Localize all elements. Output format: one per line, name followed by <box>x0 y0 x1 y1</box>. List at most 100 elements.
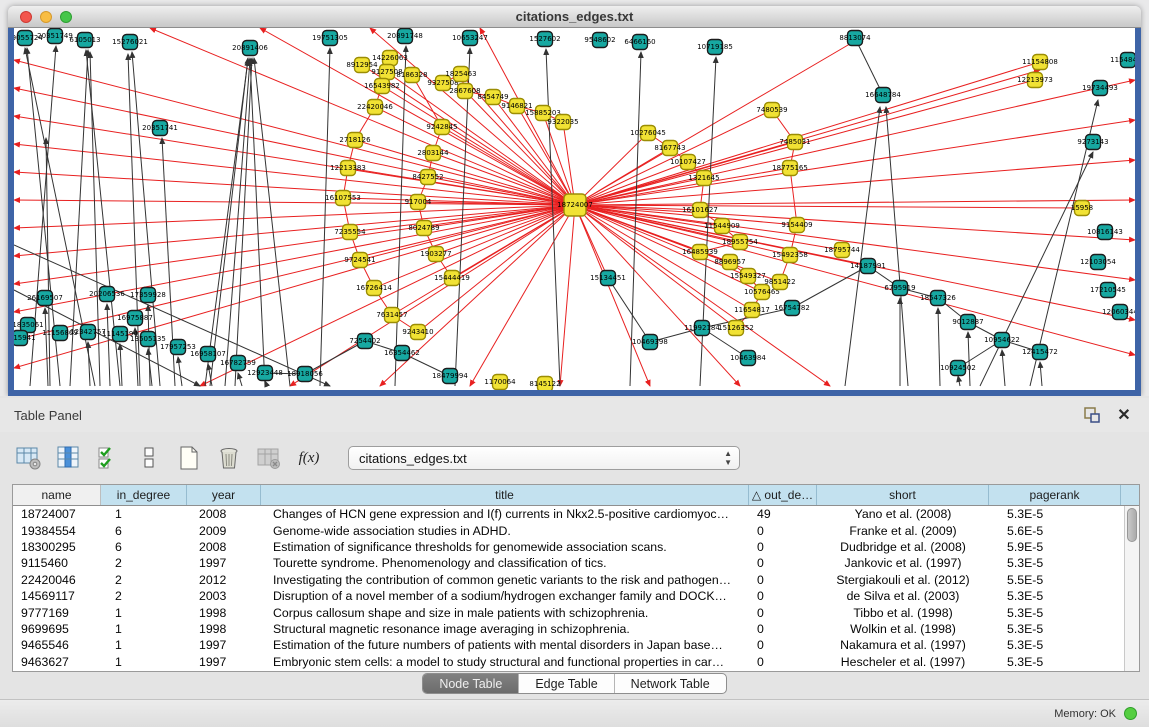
cell-out_degree: 0 <box>749 638 817 652</box>
cell-year: 2008 <box>187 540 261 554</box>
citation-network-graph[interactable]: 1872400789129541422606391275081654398222… <box>14 28 1135 390</box>
graph-node-label: 6466160 <box>624 38 655 46</box>
graph-node-label: 3915941 <box>14 334 36 342</box>
graph-node-label: 11654817 <box>734 306 770 314</box>
table-row[interactable]: 911546021997Tourette syndrome. Phenomeno… <box>13 555 1139 571</box>
row-height-icon[interactable] <box>134 443 164 473</box>
graph-node-label: 6795919 <box>884 284 915 292</box>
close-panel-icon[interactable]: ✕ <box>1113 404 1135 426</box>
graph-node-label: 18795744 <box>824 246 860 254</box>
graph-node-label: 16726414 <box>356 284 392 292</box>
graph-node-label: 10469398 <box>632 338 668 346</box>
float-panel-icon[interactable] <box>1081 404 1103 426</box>
graph-node-label: 19751305 <box>312 34 348 42</box>
cell-name: 9463627 <box>13 655 101 669</box>
cell-in_degree: 1 <box>101 606 187 620</box>
cell-in_degree: 2 <box>101 589 187 603</box>
table-row[interactable]: 1872400712008Changes of HCN gene express… <box>13 506 1139 522</box>
graph-node-label: 11154808 <box>1022 58 1058 66</box>
column-header-name[interactable]: name <box>13 485 101 505</box>
network-canvas[interactable]: 1872400789129541422606391275081654398222… <box>8 28 1141 396</box>
cell-name: 18724007 <box>13 507 101 521</box>
graph-node-label: 12213973 <box>1017 76 1053 84</box>
table-row[interactable]: 977716911998Corpus callosum shape and si… <box>13 604 1139 620</box>
table-row[interactable]: 946554611997Estimation of the future num… <box>13 637 1139 653</box>
table-row[interactable]: 969969511998Structural magnetic resonanc… <box>13 621 1139 637</box>
column-header-pagerank[interactable]: pagerank <box>989 485 1121 505</box>
graph-node-label: 9012887 <box>952 318 983 326</box>
combo-stepper-icon: ▲▼ <box>724 449 732 467</box>
cell-year: 2009 <box>187 524 261 538</box>
graph-node-label: 12415472 <box>1022 348 1058 356</box>
window-titlebar[interactable]: citations_edges.txt <box>8 6 1141 28</box>
cell-title: Estimation of the future numbers of pati… <box>261 638 749 652</box>
graph-node-label: 18547326 <box>920 294 956 302</box>
cell-out_degree: 0 <box>749 524 817 538</box>
cell-out_degree: 0 <box>749 540 817 554</box>
memory-ok-icon[interactable] <box>1124 707 1137 720</box>
graph-node-label: 16975887 <box>117 314 153 322</box>
graph-node-label: 10954622 <box>984 336 1020 344</box>
cell-short: Nakamura et al. (1997) <box>817 638 989 652</box>
cell-title: Estimation of significance thresholds fo… <box>261 540 749 554</box>
cell-out_degree: 0 <box>749 606 817 620</box>
cell-year: 2012 <box>187 573 261 587</box>
create-column-icon[interactable] <box>174 443 204 473</box>
table-row[interactable]: 946362711997Embryonic stem cells: a mode… <box>13 654 1139 670</box>
cell-pagerank: 5.3E-5 <box>989 556 1121 570</box>
function-builder-icon[interactable]: f(x) <box>294 443 324 473</box>
table-mode-icon[interactable] <box>14 443 44 473</box>
delete-table-icon[interactable] <box>254 443 284 473</box>
tab-network-table[interactable]: Network Table <box>615 674 726 693</box>
graph-node-label: 13505135 <box>130 335 166 343</box>
table-row[interactable]: 1456911722003Disruption of a novel membe… <box>13 588 1139 604</box>
graph-node-label: 8813074 <box>839 34 871 42</box>
graph-node-label: 20891406 <box>232 44 268 52</box>
delete-column-icon[interactable] <box>214 443 244 473</box>
graph-node-label: 9548602 <box>584 36 615 44</box>
graph-node-label: 7254402 <box>349 337 380 345</box>
graph-node-label: 10719185 <box>697 43 733 51</box>
cell-short: Jankovic et al. (1997) <box>817 556 989 570</box>
table-row[interactable]: 2242004622012Investigating the contribut… <box>13 572 1139 588</box>
cell-pagerank: 5.9E-5 <box>989 540 1121 554</box>
graph-node-label: 15126352 <box>718 324 754 332</box>
cell-name: 22420046 <box>13 573 101 587</box>
table-row[interactable]: 1938455462009Genome-wide association stu… <box>13 522 1139 538</box>
cell-year: 2008 <box>187 507 261 521</box>
cell-pagerank: 5.3E-5 <box>989 655 1121 669</box>
graph-node-label: 20206536 <box>89 290 125 298</box>
scrollbar-thumb[interactable] <box>1127 508 1137 542</box>
show-columns-icon[interactable] <box>54 443 84 473</box>
graph-node-label: 7485031 <box>779 138 810 146</box>
graph-node-label: 7480539 <box>756 106 787 114</box>
column-header-out_degree[interactable]: △ out_de… <box>749 485 817 505</box>
graph-node-label: 8454749 <box>477 93 508 101</box>
column-header-short[interactable]: short <box>817 485 989 505</box>
graph-node-label: 7631457 <box>376 311 407 319</box>
tab-edge-table[interactable]: Edge Table <box>519 674 614 693</box>
cell-year: 1998 <box>187 622 261 636</box>
cell-pagerank: 5.6E-5 <box>989 524 1121 538</box>
table-vertical-scrollbar[interactable] <box>1124 506 1139 671</box>
cell-short: Tibbo et al. (1998) <box>817 606 989 620</box>
column-header-title[interactable]: title <box>261 485 749 505</box>
cell-in_degree: 2 <box>101 573 187 587</box>
graph-node-label: 9724541 <box>344 256 375 264</box>
column-header-in_degree[interactable]: in_degree <box>101 485 187 505</box>
tab-node-table[interactable]: Node Table <box>423 674 519 693</box>
graph-node-label: 16107553 <box>325 194 361 202</box>
graph-node-label: 9273143 <box>1077 138 1108 146</box>
graph-node-label: 8024789 <box>408 224 439 232</box>
graph-node-label: 9851422 <box>764 278 795 286</box>
graph-node-label: 14226063 <box>372 54 408 62</box>
cell-name: 19384554 <box>13 524 101 538</box>
network-table-select[interactable]: citations_edges.txt ▲▼ <box>348 446 740 470</box>
select-columns-icon[interactable] <box>94 443 124 473</box>
table-row[interactable]: 1830029562008Estimation of significance … <box>13 539 1139 555</box>
graph-node-label: 16354462 <box>384 349 420 357</box>
graph-node-label: 1527602 <box>529 35 560 43</box>
graph-node-label: 18479994 <box>432 372 468 380</box>
column-header-year[interactable]: year <box>187 485 261 505</box>
cell-in_degree: 1 <box>101 622 187 636</box>
